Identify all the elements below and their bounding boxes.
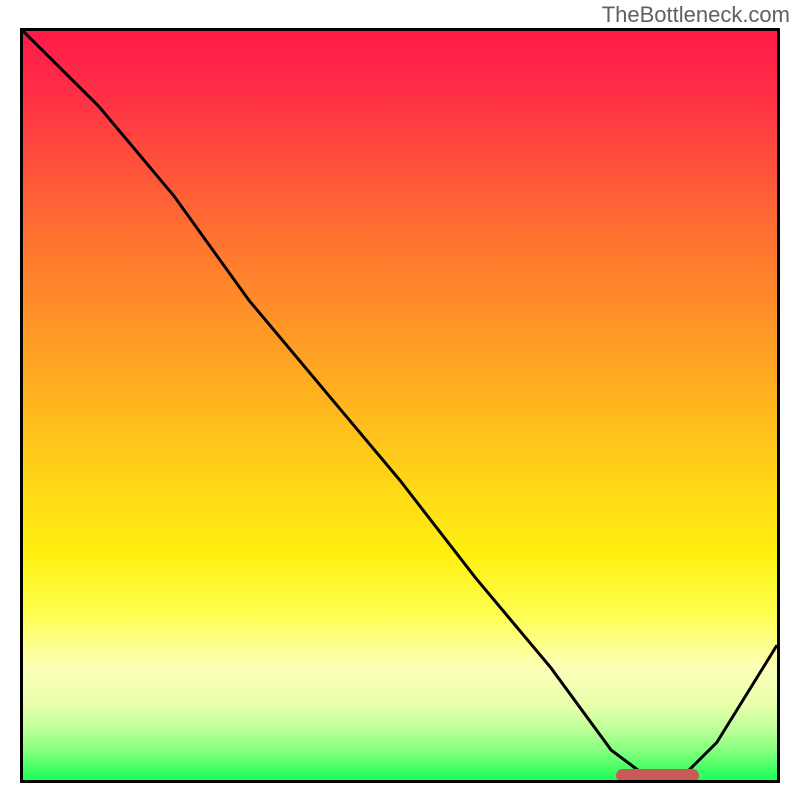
chart-line-svg bbox=[23, 31, 777, 780]
curve-line bbox=[23, 31, 777, 773]
bottleneck-marker bbox=[616, 769, 700, 782]
chart-container bbox=[20, 28, 780, 783]
watermark-text: TheBottleneck.com bbox=[602, 2, 790, 28]
